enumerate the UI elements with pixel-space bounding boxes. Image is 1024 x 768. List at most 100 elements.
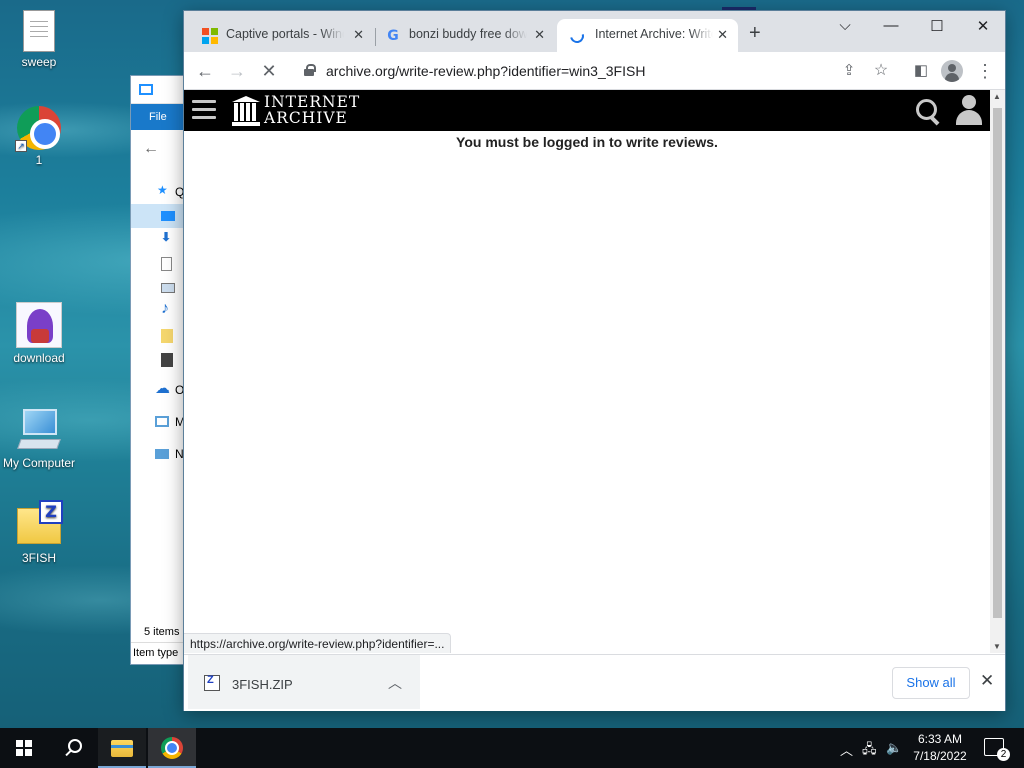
volume-icon[interactable]: 🔈 xyxy=(886,740,902,756)
minimize-button[interactable]: — xyxy=(868,17,914,34)
maximize-icon: ☐ xyxy=(930,18,944,35)
tree-item-documents[interactable] xyxy=(131,252,189,276)
scroll-up-icon[interactable]: ▲ xyxy=(993,92,1001,101)
close-tab-icon[interactable]: ✕ xyxy=(534,27,545,43)
notification-center-button[interactable]: 2 xyxy=(984,738,1010,761)
new-tab-button[interactable]: + xyxy=(749,23,761,43)
chrome-window[interactable]: Captive portals - Wind ✕ G bonzi buddy f… xyxy=(183,10,1006,711)
stop-button[interactable]: ✕ xyxy=(258,60,280,82)
tree-item-videos[interactable] xyxy=(131,348,189,372)
desktop-icon-chrome-shortcut[interactable]: ↗ 1 xyxy=(0,106,78,167)
share-button[interactable]: ⇪ xyxy=(838,60,860,82)
scroll-down-icon[interactable]: ▼ xyxy=(993,642,1001,651)
show-all-button[interactable]: Show all xyxy=(892,667,970,699)
windows-logo-icon xyxy=(16,740,32,756)
back-arrow-icon: ← xyxy=(196,61,214,81)
browser-toolbar: ← → ✕ archive.org/write-review.php?ident… xyxy=(184,52,1005,90)
address-bar[interactable]: archive.org/write-review.php?identifier=… xyxy=(292,56,892,86)
tree-item-downloads[interactable]: ⬇ xyxy=(131,228,189,252)
system-clock[interactable]: 6:33 AM 7/18/2022 xyxy=(906,731,974,765)
chrome-menu-button[interactable]: ⋮ xyxy=(974,60,996,82)
close-download-shelf-icon[interactable]: ✕ xyxy=(980,671,994,691)
desktop-icon-label: My Computer xyxy=(2,456,76,470)
shortcut-arrow-icon: ↗ xyxy=(15,140,27,152)
bookmark-button[interactable]: ☆ xyxy=(870,60,892,82)
tree-item-pictures[interactable] xyxy=(131,276,189,300)
tree-item-desktop[interactable] xyxy=(131,204,189,228)
tree-item-network[interactable]: N xyxy=(131,442,189,466)
tree-item-onedrive[interactable]: ☁ O xyxy=(131,378,189,402)
taskbar: ︿ 🖧 🔈 6:33 AM 7/18/2022 2 xyxy=(0,728,1024,768)
desktop-icon-my-computer[interactable]: My Computer xyxy=(0,405,78,470)
desktop-icon-label: sweep xyxy=(21,55,57,69)
back-arrow-icon[interactable]: ← xyxy=(143,140,159,158)
loading-spinner-icon xyxy=(567,26,587,46)
page-viewport: INTERNET ARCHIVE You must be logged in t… xyxy=(184,90,990,653)
computer-icon xyxy=(15,405,63,453)
address-bar-url: archive.org/write-review.php?identifier=… xyxy=(326,63,646,79)
show-hidden-icons-chevron[interactable]: ︿ xyxy=(840,740,853,759)
internet-archive-logo[interactable]: INTERNET ARCHIVE xyxy=(232,94,362,128)
tree-item-folder[interactable] xyxy=(131,324,189,348)
notification-count-badge: 2 xyxy=(997,748,1010,761)
explorer-tree: ★ Q ⬇ ♪ ☁ O M N xyxy=(131,170,189,466)
taskbar-search-button[interactable] xyxy=(48,728,96,768)
file-explorer-window[interactable]: File ← ★ Q ⬇ ♪ ☁ O M N 5 items Item type xyxy=(130,75,190,665)
desktop-icon-3fish[interactable]: Z 3FISH xyxy=(0,500,78,565)
tree-item-music[interactable]: ♪ xyxy=(131,300,189,324)
film-icon xyxy=(161,353,173,367)
taskbar-chrome[interactable] xyxy=(148,728,196,768)
lock-icon[interactable] xyxy=(304,64,316,76)
zip-file-icon xyxy=(204,674,220,691)
tab-search-button[interactable]: ⌵ xyxy=(822,17,868,34)
desktop-icon-sweep[interactable]: sweep xyxy=(0,8,78,69)
back-button[interactable]: ← xyxy=(194,60,216,82)
page-scrollbar[interactable]: ▲ ▼ xyxy=(990,90,1005,653)
start-button[interactable] xyxy=(0,728,48,768)
profile-button[interactable] xyxy=(941,60,963,82)
download-shelf: 3FISH.ZIP ︿ Show all ✕ xyxy=(184,654,1005,711)
scrollbar-thumb[interactable] xyxy=(993,108,1002,618)
document-icon xyxy=(161,257,172,271)
side-panel-button[interactable]: ◧ xyxy=(910,60,932,82)
download-arrow-icon: ⬇ xyxy=(161,230,172,244)
desktop-icon-download[interactable]: download xyxy=(0,302,78,365)
logo-line-2: ARCHIVE xyxy=(264,109,348,127)
chrome-icon: ↗ xyxy=(15,106,61,152)
close-icon: ✕ xyxy=(976,18,990,35)
google-icon: G xyxy=(387,28,399,44)
tab-bonzi-buddy[interactable]: G bonzi buddy free down ✕ xyxy=(367,19,555,52)
minimize-icon: — xyxy=(883,17,899,34)
explorer-titlebar xyxy=(131,76,189,104)
folder-icon xyxy=(161,329,173,343)
tab-captive-portals[interactable]: Captive portals - Wind ✕ xyxy=(184,19,374,52)
tree-item-quick-access[interactable]: ★ Q xyxy=(131,180,189,204)
download-item[interactable]: 3FISH.ZIP ︿ xyxy=(188,655,420,709)
forward-button[interactable]: → xyxy=(226,60,248,82)
chevron-up-icon[interactable]: ︿ xyxy=(388,673,402,693)
zip-folder-icon: Z xyxy=(15,500,63,548)
network-icon[interactable]: 🖧 xyxy=(862,740,877,762)
kebab-menu-icon: ⋮ xyxy=(976,61,994,81)
tab-strip: Captive portals - Wind ✕ G bonzi buddy f… xyxy=(184,11,1005,52)
cloud-icon: ☁ xyxy=(155,380,170,397)
explorer-details-label: Item type xyxy=(131,642,189,664)
search-icon[interactable] xyxy=(915,98,941,124)
tab-internet-archive[interactable]: Internet Archive: Write ✕ xyxy=(557,19,738,52)
search-icon xyxy=(64,739,82,757)
hamburger-menu-icon[interactable] xyxy=(192,100,216,120)
side-panel-icon: ◧ xyxy=(913,62,929,79)
maximize-button[interactable]: ☐ xyxy=(914,17,960,35)
chevron-down-icon: ⌵ xyxy=(839,17,851,34)
desktop-icon xyxy=(161,211,175,221)
close-tab-icon[interactable]: ✕ xyxy=(717,27,728,43)
taskbar-file-explorer[interactable] xyxy=(98,728,146,768)
explorer-file-tab[interactable]: File xyxy=(131,104,189,130)
user-icon[interactable] xyxy=(956,95,982,125)
close-window-button[interactable]: ✕ xyxy=(960,17,1006,35)
tree-item-my-computer[interactable]: M xyxy=(131,410,189,434)
star-icon: ★ xyxy=(157,183,168,197)
close-tab-icon[interactable]: ✕ xyxy=(353,27,364,43)
clock-date: 7/18/2022 xyxy=(913,749,967,763)
desktop-icon-label: 1 xyxy=(35,153,43,167)
